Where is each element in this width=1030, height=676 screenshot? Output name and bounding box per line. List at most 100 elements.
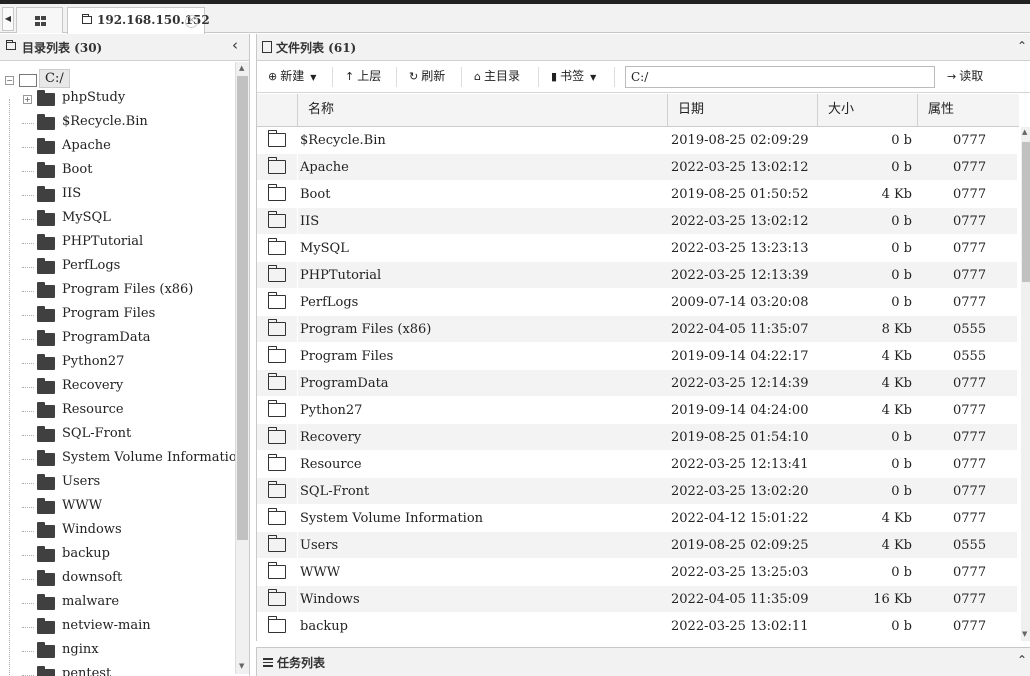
new-button[interactable]: ⊕ 新建 ▼ [268, 65, 319, 89]
file-attr[interactable]: 0777 [953, 457, 986, 472]
tree-item[interactable]: Recovery [22, 378, 232, 398]
file-name[interactable]: Program Files (x86) [300, 322, 431, 337]
file-scroll-thumb[interactable] [1022, 142, 1030, 282]
tree-item[interactable]: nginx [22, 642, 232, 662]
home-button[interactable]: ⌂ 主目录 [474, 65, 520, 89]
column-date[interactable]: 日期 [667, 94, 817, 127]
tree-item[interactable]: pentest [22, 666, 232, 676]
column-attr[interactable]: 属性 [917, 94, 1019, 127]
up-level-button[interactable]: ↑ 上层 [345, 65, 381, 89]
table-row[interactable]: backup 2022-03-25 13:02:11 0 b 0777 [257, 613, 1017, 640]
column-size[interactable]: 大小 [817, 94, 917, 127]
tree-item[interactable]: Program Files [22, 306, 232, 326]
tree-item[interactable]: + phpStudy [22, 90, 232, 110]
tree-item[interactable]: $Recycle.Bin [22, 114, 232, 134]
path-input[interactable]: C:/ [625, 66, 935, 88]
file-attr[interactable]: 0777 [953, 160, 986, 175]
table-row[interactable]: Program Files 2019-09-14 04:22:17 4 Kb 0555 [257, 343, 1017, 370]
file-scrollbar[interactable]: ▲ ▼ [1021, 127, 1030, 641]
file-name[interactable]: SQL-Front [300, 484, 369, 499]
tree-item[interactable]: netview-main [22, 618, 232, 638]
file-attr[interactable]: 0777 [953, 619, 986, 634]
file-name[interactable]: Resource [300, 457, 362, 472]
file-attr[interactable]: 0555 [953, 349, 986, 364]
file-attr[interactable]: 0777 [953, 403, 986, 418]
table-row[interactable]: SQL-Front 2022-03-25 13:02:20 0 b 0777 [257, 478, 1017, 505]
file-attr[interactable]: 0777 [953, 133, 986, 148]
tree-item[interactable]: backup [22, 546, 232, 566]
table-row[interactable]: Python27 2019-09-14 04:24:00 4 Kb 0777 [257, 397, 1017, 424]
file-name[interactable]: WWW [300, 565, 340, 580]
file-name[interactable]: ProgramData [300, 376, 389, 391]
file-attr[interactable]: 0777 [953, 484, 986, 499]
tree-item[interactable]: downsoft [22, 570, 232, 590]
scroll-down-icon[interactable]: ▼ [239, 662, 244, 670]
column-name[interactable]: 名称 [297, 94, 667, 127]
close-icon[interactable]: ✕ [185, 15, 198, 28]
table-row[interactable]: Windows 2022-04-05 11:35:09 16 Kb 0777 [257, 586, 1017, 613]
tree-item[interactable]: ProgramData [22, 330, 232, 350]
file-name[interactable]: $Recycle.Bin [300, 133, 386, 148]
tree-item[interactable]: Users [22, 474, 232, 494]
file-attr[interactable]: 0777 [953, 187, 986, 202]
tree-expand-toggle[interactable]: − [5, 76, 14, 85]
file-name[interactable]: Recovery [300, 430, 361, 445]
file-attr[interactable]: 0555 [953, 322, 986, 337]
file-attr[interactable]: 0777 [953, 268, 986, 283]
tree-item[interactable]: Apache [22, 138, 232, 158]
table-row[interactable]: Boot 2019-08-25 01:50:52 4 Kb 0777 [257, 181, 1017, 208]
tree-item[interactable]: SQL-Front [22, 426, 232, 446]
tree-item[interactable]: PHPTutorial [22, 234, 232, 254]
tree-scroll-thumb[interactable] [237, 76, 248, 540]
file-attr[interactable]: 0777 [953, 295, 986, 310]
table-row[interactable]: Apache 2022-03-25 13:02:12 0 b 0777 [257, 154, 1017, 181]
file-attr[interactable]: 0777 [953, 376, 986, 391]
tree-item[interactable]: IIS [22, 186, 232, 206]
table-row[interactable]: PHPTutorial 2022-03-25 12:13:39 0 b 0777 [257, 262, 1017, 289]
table-row[interactable]: WWW 2022-03-25 13:25:03 0 b 0777 [257, 559, 1017, 586]
scroll-down-icon[interactable]: ▼ [1022, 630, 1027, 638]
tree-root-label[interactable]: C:/ [39, 69, 70, 88]
file-name[interactable]: PHPTutorial [300, 268, 381, 283]
scroll-up-icon[interactable]: ▲ [239, 64, 244, 72]
file-name[interactable]: System Volume Information [300, 511, 483, 526]
tree-item[interactable]: Resource [22, 402, 232, 422]
table-row[interactable]: Users 2019-08-25 02:09:25 4 Kb 0555 [257, 532, 1017, 559]
scroll-up-icon[interactable]: ▲ [1022, 128, 1027, 136]
table-row[interactable]: Recovery 2019-08-25 01:54:10 0 b 0777 [257, 424, 1017, 451]
table-row[interactable]: MySQL 2022-03-25 13:23:13 0 b 0777 [257, 235, 1017, 262]
file-name[interactable]: Program Files [300, 349, 393, 364]
file-attr[interactable]: 0777 [953, 214, 986, 229]
tab-host[interactable]: 192.168.150.152 ✕ [67, 7, 210, 34]
file-attr[interactable]: 0777 [953, 565, 986, 580]
tab-home[interactable] [16, 7, 63, 33]
tree-item[interactable]: Python27 [22, 354, 232, 374]
file-name[interactable]: MySQL [300, 241, 349, 256]
file-name[interactable]: Windows [300, 592, 360, 607]
file-attr[interactable]: 0555 [953, 538, 986, 553]
tree-expand-toggle[interactable]: + [23, 95, 32, 104]
expand-tasks-icon[interactable]: ⌃ [1017, 653, 1027, 667]
table-row[interactable]: Resource 2022-03-25 12:13:41 0 b 0777 [257, 451, 1017, 478]
table-row[interactable]: PerfLogs 2009-07-14 03:20:08 0 b 0777 [257, 289, 1017, 316]
file-attr[interactable]: 0777 [953, 430, 986, 445]
table-row[interactable]: ProgramData 2022-03-25 12:14:39 4 Kb 0777 [257, 370, 1017, 397]
file-name[interactable]: PerfLogs [300, 295, 358, 310]
tree-item[interactable]: MySQL [22, 210, 232, 230]
tree-item[interactable]: WWW [22, 498, 232, 518]
tree-item[interactable]: Boot [22, 162, 232, 182]
tree-item[interactable]: Windows [22, 522, 232, 542]
file-attr[interactable]: 0777 [953, 511, 986, 526]
table-row[interactable]: IIS 2022-03-25 13:02:12 0 b 0777 [257, 208, 1017, 235]
collapse-files-icon[interactable]: ⌃ [1017, 39, 1027, 53]
file-name[interactable]: Apache [300, 160, 349, 175]
file-name[interactable]: Boot [300, 187, 330, 202]
tree-item[interactable]: PerfLogs [22, 258, 232, 278]
table-row[interactable]: System Volume Information 2022-04-12 15:0… [257, 505, 1017, 532]
tree-item[interactable]: System Volume Information [22, 450, 236, 470]
file-name[interactable]: backup [300, 619, 348, 634]
table-row[interactable]: $Recycle.Bin 2019-08-25 02:09:29 0 b 0777 [257, 127, 1017, 154]
refresh-button[interactable]: ↻ 刷新 [409, 65, 445, 89]
tree-item[interactable]: Program Files (x86) [22, 282, 232, 302]
collapse-left-icon[interactable]: ‹ [232, 36, 238, 54]
